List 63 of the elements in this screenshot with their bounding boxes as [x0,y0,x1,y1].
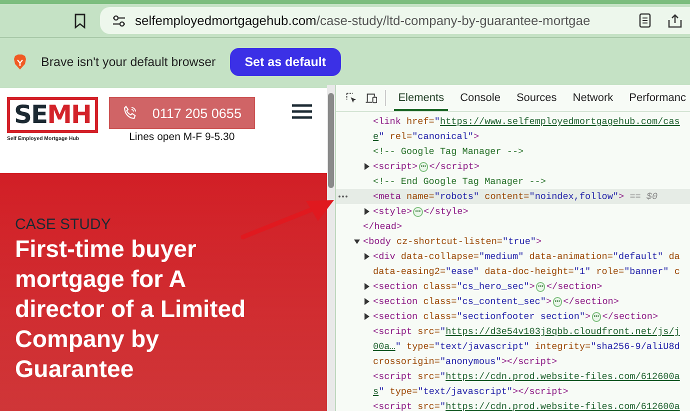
devtools-tab[interactable]: Console [456,86,504,110]
devtools-tab[interactable]: Network [568,86,618,110]
bookmark-icon[interactable] [74,12,86,28]
collapsed-triangle-icon[interactable] [364,253,370,260]
reader-mode-icon[interactable] [639,13,651,28]
url-link[interactable]: https://cdn.prod.website-files.com/612600a [446,401,680,411]
code-line[interactable]: <script src="https://cdn.prod.website-files.com/612600a [373,399,680,411]
url-text: selfemployedmortgagehub.com/case-study/ltd-company-by-guarantee-mortgae [135,13,592,28]
scrollbar[interactable] [327,85,335,411]
code-line[interactable]: <section class="sectionfooter section"> ⋯ </section> [373,309,658,324]
code-line[interactable]: <link href="https://www.selfemployedmortgagehub.com/cas [373,114,680,129]
menu-icon[interactable] [292,104,312,119]
code-line[interactable]: <script src="https://cdn.prod.website-files.com/612600a [373,369,680,384]
collapsed-triangle-icon[interactable] [364,208,370,215]
collapsed-triangle-icon[interactable] [364,283,370,290]
more-dots-icon[interactable] [338,195,348,198]
code-line[interactable]: <!-- End Google Tag Manager --> [373,174,546,189]
hero-title: First-time buyer mortgage for A director of a Limited Company by Guarantee [15,235,247,385]
collapsed-content-badge[interactable]: ⋯ [552,297,562,307]
device-toolbar-icon[interactable] [364,91,378,105]
code-line[interactable]: <style> ⋯ </style> [373,204,468,219]
opening-hours: Lines open M-F 9-5.30 [129,131,235,143]
address-bar[interactable]: selfemployedmortgagehub.com/case-study/ltd-company-by-guarantee-mortgae [100,7,690,34]
url-link[interactable]: s [373,386,379,397]
site-settings-icon[interactable] [112,14,126,28]
code-line[interactable]: <section class="cs_hero_sec"> ⋯ </section> [373,279,602,294]
code-line[interactable]: <script> ⋯ </script> [373,159,480,174]
collapsed-triangle-icon[interactable] [364,163,370,170]
collapsed-triangle-icon[interactable] [364,313,370,320]
code-line[interactable]: <!-- Google Tag Manager --> [373,144,524,159]
code-line[interactable]: </head> [363,219,402,234]
code-line[interactable]: <body cz-shortcut-listen="true"> [363,234,542,249]
collapsed-triangle-icon[interactable] [364,298,370,305]
logo[interactable]: SEMH [7,97,98,133]
code-line[interactable]: data-easing2="ease" data-doc-height="1" role="banner" c [373,264,680,279]
expanded-triangle-icon[interactable] [354,238,360,245]
url-link[interactable]: https://www.selfemployedmortgagehub.com/cas [440,116,680,127]
devtools-tab[interactable]: Elements [394,86,448,110]
code-line[interactable]: s" type="text/javascript"></script> [373,384,568,399]
collapsed-content-badge[interactable]: ⋯ [413,207,423,217]
lion-shield-icon [13,54,27,70]
code-line[interactable]: e" rel="canonical"> [373,129,480,144]
inspect-element-icon[interactable] [346,91,357,105]
code-line[interactable]: <section class="cs_content_sec"> ⋯ </section> [373,294,619,309]
devtools-tab[interactable]: Sources [512,86,561,110]
devtools-tab[interactable]: Performanc [625,86,690,110]
collapsed-content-badge[interactable]: ⋯ [592,312,602,322]
phone-icon [122,105,138,121]
code-line[interactable]: <div data-collapse="medium" data-animation="default" da [373,249,680,264]
url-link[interactable]: 00a… [373,341,396,352]
code-line[interactable]: crossorigin="anonymous"></script> [373,354,558,369]
set-as-default-button[interactable]: Set as default [230,48,341,76]
phone-button[interactable]: 0117 205 0655 [108,97,255,129]
url-link[interactable]: https://cdn.prod.website-files.com/612600a [446,371,680,382]
url-link[interactable]: https://d3e54v103j8qbb.cloudfront.net/js/j [446,326,680,337]
code-line[interactable]: 00a…" type="text/javascript" integrity="sha256-9/aliU8d [373,339,680,354]
share-icon[interactable] [668,14,682,28]
code-line[interactable]: <script src="https://d3e54v103j8qbb.cloudfront.net/js/j [373,324,680,339]
collapsed-content-badge[interactable]: ⋯ [418,162,428,172]
url-link[interactable]: e [373,131,379,142]
collapsed-content-badge[interactable]: ⋯ [536,282,546,292]
hero-eyebrow: CASE STUDY [15,216,111,233]
default-browser-message: Brave isn't your default browser [41,54,216,68]
